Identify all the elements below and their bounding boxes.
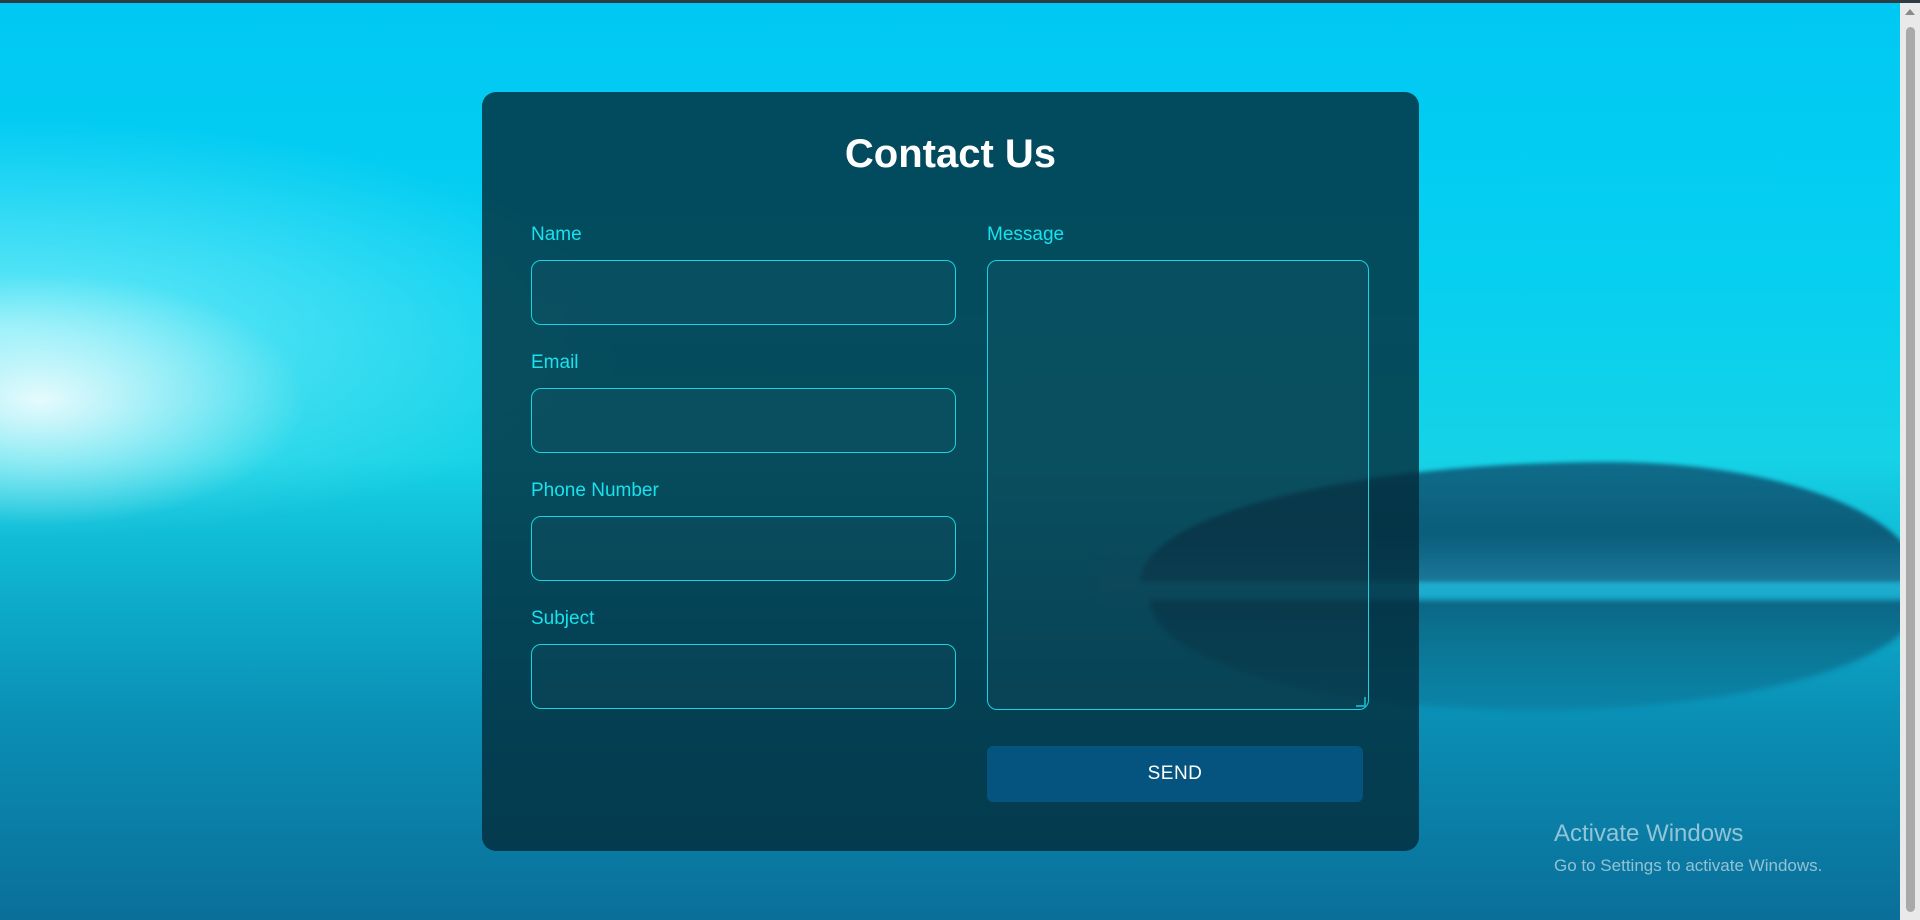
phone-label: Phone Number: [531, 480, 659, 501]
watermark-title: Activate Windows: [1554, 820, 1744, 847]
subject-field[interactable]: [531, 644, 956, 709]
phone-field[interactable]: [531, 516, 956, 581]
subject-label: Subject: [531, 608, 595, 629]
scroll-up-arrow-icon[interactable]: [1905, 9, 1915, 15]
window-top-edge: [0, 0, 1920, 3]
email-label: Email: [531, 352, 579, 373]
message-field[interactable]: [987, 260, 1369, 710]
scrollbar-thumb[interactable]: [1906, 27, 1915, 912]
name-field[interactable]: [531, 260, 956, 325]
email-field[interactable]: [531, 388, 956, 453]
vertical-scrollbar[interactable]: [1900, 3, 1920, 920]
contact-form-card: Contact Us Name Email Phone Number Subje…: [482, 92, 1419, 851]
activate-windows-watermark: Activate Windows Go to Settings to activ…: [1554, 820, 1822, 876]
watermark-subtitle: Go to Settings to activate Windows.: [1554, 856, 1823, 875]
send-button[interactable]: SEND: [987, 746, 1363, 802]
resize-handle-icon[interactable]: [1356, 697, 1366, 707]
name-label: Name: [531, 224, 582, 245]
page-title: Contact Us: [844, 132, 1057, 176]
message-label: Message: [987, 224, 1065, 245]
